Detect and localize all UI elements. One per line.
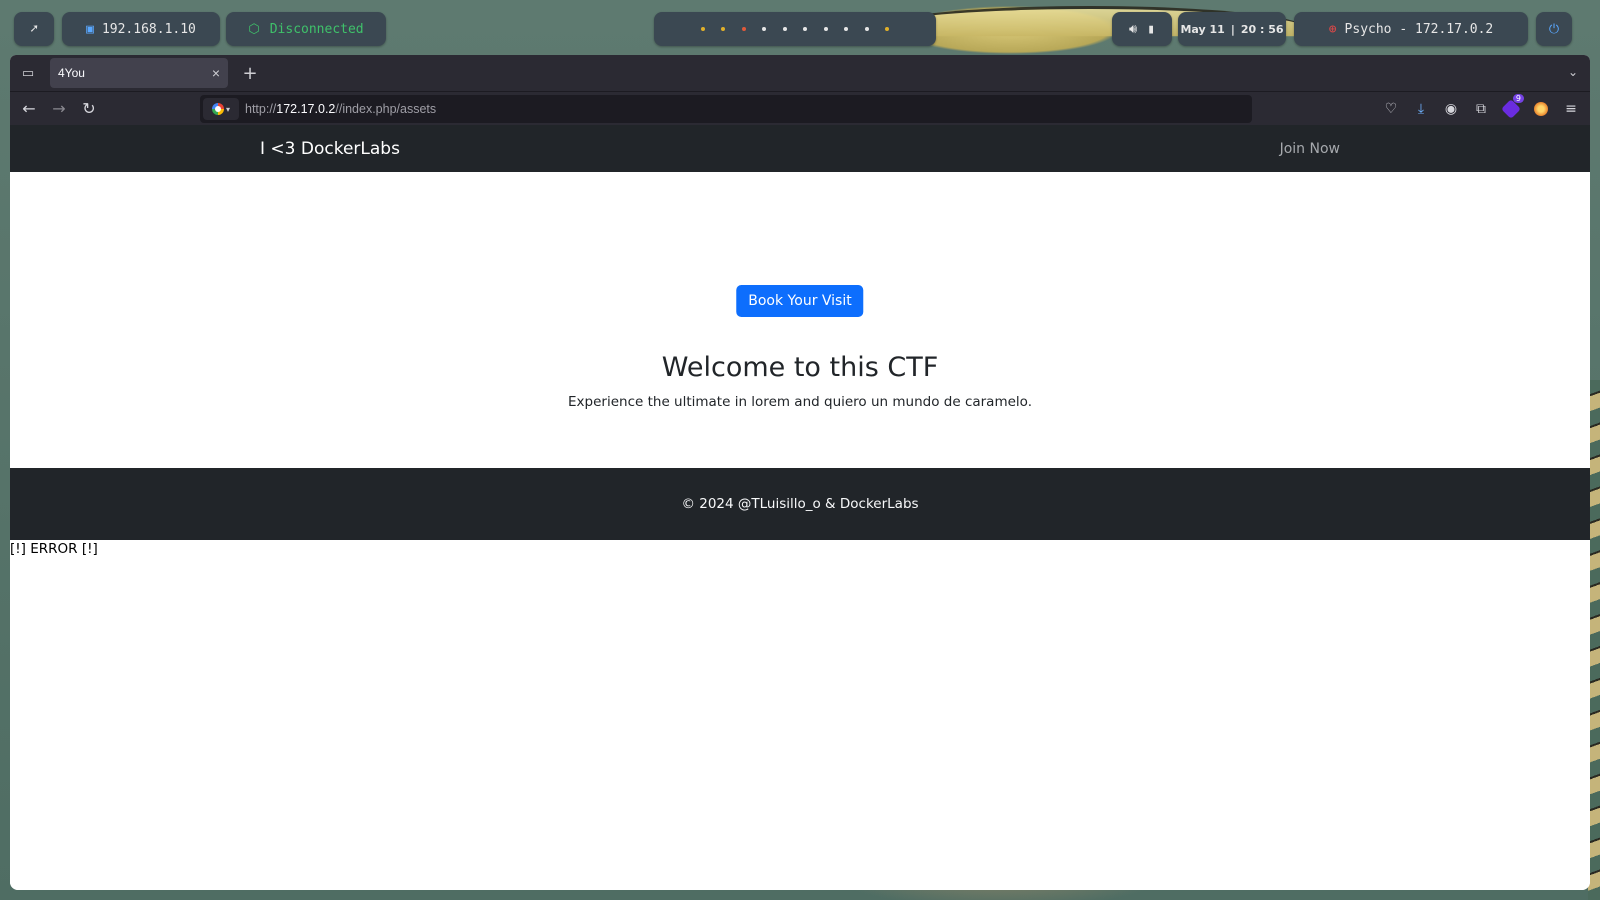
toolbar-icons: ♡ ⤓ ◉ ⧉ 9 ≡ <box>1380 94 1582 122</box>
url-path: //index.php/assets <box>335 102 437 116</box>
date-text: May 11 <box>1180 22 1225 36</box>
back-button[interactable]: ← <box>14 94 44 124</box>
power-button[interactable]: ⏻ <box>1536 12 1572 46</box>
volume-icon[interactable]: 🔊︎ <box>1129 22 1137 37</box>
account-icon[interactable]: ◉ <box>1440 96 1462 122</box>
system-tray[interactable]: 🔊︎ ▮ <box>1112 12 1172 46</box>
extensions-icon[interactable]: ⧉ <box>1470 96 1492 122</box>
monitor-icon: ▣ <box>86 21 94 37</box>
reload-button[interactable]: ↻ <box>74 94 104 124</box>
new-tab-button[interactable]: + <box>238 63 262 84</box>
menu-icon[interactable]: ≡ <box>1560 96 1582 122</box>
target-widget[interactable]: ⊕ Psycho - 172.17.0.2 <box>1294 12 1528 46</box>
target-icon: ⊕ <box>1328 21 1337 37</box>
hero-section: Book Your Visit Welcome to this CTF Expe… <box>10 172 1590 468</box>
footer-text: © 2024 @TLuisillo_o & DockerLabs <box>681 496 919 512</box>
book-visit-button[interactable]: Book Your Visit <box>736 285 864 317</box>
chevron-down-icon: ▾ <box>225 104 230 114</box>
url-text[interactable]: http://172.17.0.2//index.php/assets <box>245 102 436 116</box>
site-brand[interactable]: I <3 DockerLabs <box>260 139 400 159</box>
workspace-switcher[interactable] <box>654 12 936 46</box>
navigation-toolbar: ← → ↻ ▾ http://172.17.0.2//index.php/ass… <box>10 91 1590 125</box>
vpn-status-widget[interactable]: ⬡ Disconnected <box>226 12 386 46</box>
launcher-button[interactable]: ➚ <box>14 12 54 46</box>
google-icon <box>211 103 224 115</box>
chevron-down-icon[interactable]: ⌄ <box>1568 65 1578 79</box>
battery-icon[interactable]: ▮ <box>1147 22 1155 37</box>
site-footer: © 2024 @TLuisillo_o & DockerLabs <box>10 468 1590 540</box>
workspace-dot-10[interactable] <box>885 27 890 31</box>
address-bar[interactable]: ▾ http://172.17.0.2//index.php/assets <box>200 95 1252 123</box>
workspace-dot-1[interactable] <box>700 27 705 31</box>
workspace-dot-9[interactable] <box>864 27 869 31</box>
extension-purple-icon[interactable]: 9 <box>1500 94 1524 122</box>
clock-widget[interactable]: May 11 | 20 : 56 <box>1178 12 1286 46</box>
workspace-dot-2[interactable] <box>721 27 726 31</box>
close-icon[interactable]: × <box>212 65 220 81</box>
vpn-status-text: Disconnected <box>269 21 364 37</box>
target-text: Psycho - 172.17.0.2 <box>1344 21 1494 37</box>
workspace-dot-8[interactable] <box>844 27 849 31</box>
workspace-dot-4[interactable] <box>762 27 767 31</box>
kali-dragon-icon: ➚ <box>30 21 38 37</box>
page-title: Welcome to this CTF <box>661 352 939 383</box>
url-host: 172.17.0.2 <box>276 102 336 116</box>
desktop-top-bar: ➚ ▣ 192.168.1.10 ⬡ Disconnected 🔊︎ ▮ May… <box>14 12 1590 46</box>
download-icon[interactable]: ⤓ <box>1410 96 1432 122</box>
lead-text: Experience the ultimate in lorem and qui… <box>568 394 1032 410</box>
url-scheme: http:// <box>245 102 277 116</box>
search-engine-button[interactable]: ▾ <box>203 98 239 120</box>
extension-badge: 9 <box>1512 94 1524 103</box>
pocket-icon[interactable]: ♡ <box>1380 96 1402 122</box>
tab-active[interactable]: 4You × <box>50 58 228 88</box>
time-text: 20 : 56 <box>1240 22 1284 36</box>
tab-title: 4You <box>58 66 85 80</box>
extension-orange-icon[interactable] <box>1530 96 1552 122</box>
ip-address-widget[interactable]: ▣ 192.168.1.10 <box>62 12 220 46</box>
workspace-dot-6[interactable] <box>803 27 808 31</box>
tab-strip: ▭ 4You × + ⌄ <box>10 55 1590 91</box>
page-content: I <3 DockerLabs Join Now Book Your Visit… <box>10 125 1590 890</box>
forward-button[interactable]: → <box>44 94 74 124</box>
ip-address-text: 192.168.1.10 <box>101 21 196 37</box>
clock-separator: | <box>1230 22 1235 36</box>
folder-icon: ▭ <box>21 65 35 81</box>
shield-icon: ⬡ <box>248 21 260 37</box>
tab-list-button[interactable]: ▭ <box>10 55 46 91</box>
workspace-dot-7[interactable] <box>823 27 828 31</box>
browser-window: ▭ 4You × + ⌄ ← → ↻ ▾ http://172.17.0.2//… <box>10 55 1590 890</box>
workspace-dot-5[interactable] <box>782 27 787 31</box>
site-navbar: I <3 DockerLabs Join Now <box>10 125 1590 172</box>
workspace-dot-3[interactable] <box>741 27 746 31</box>
join-now-link[interactable]: Join Now <box>1280 141 1340 157</box>
error-message: [!] ERROR [!] <box>10 541 98 557</box>
power-icon: ⏻ <box>1548 21 1560 37</box>
